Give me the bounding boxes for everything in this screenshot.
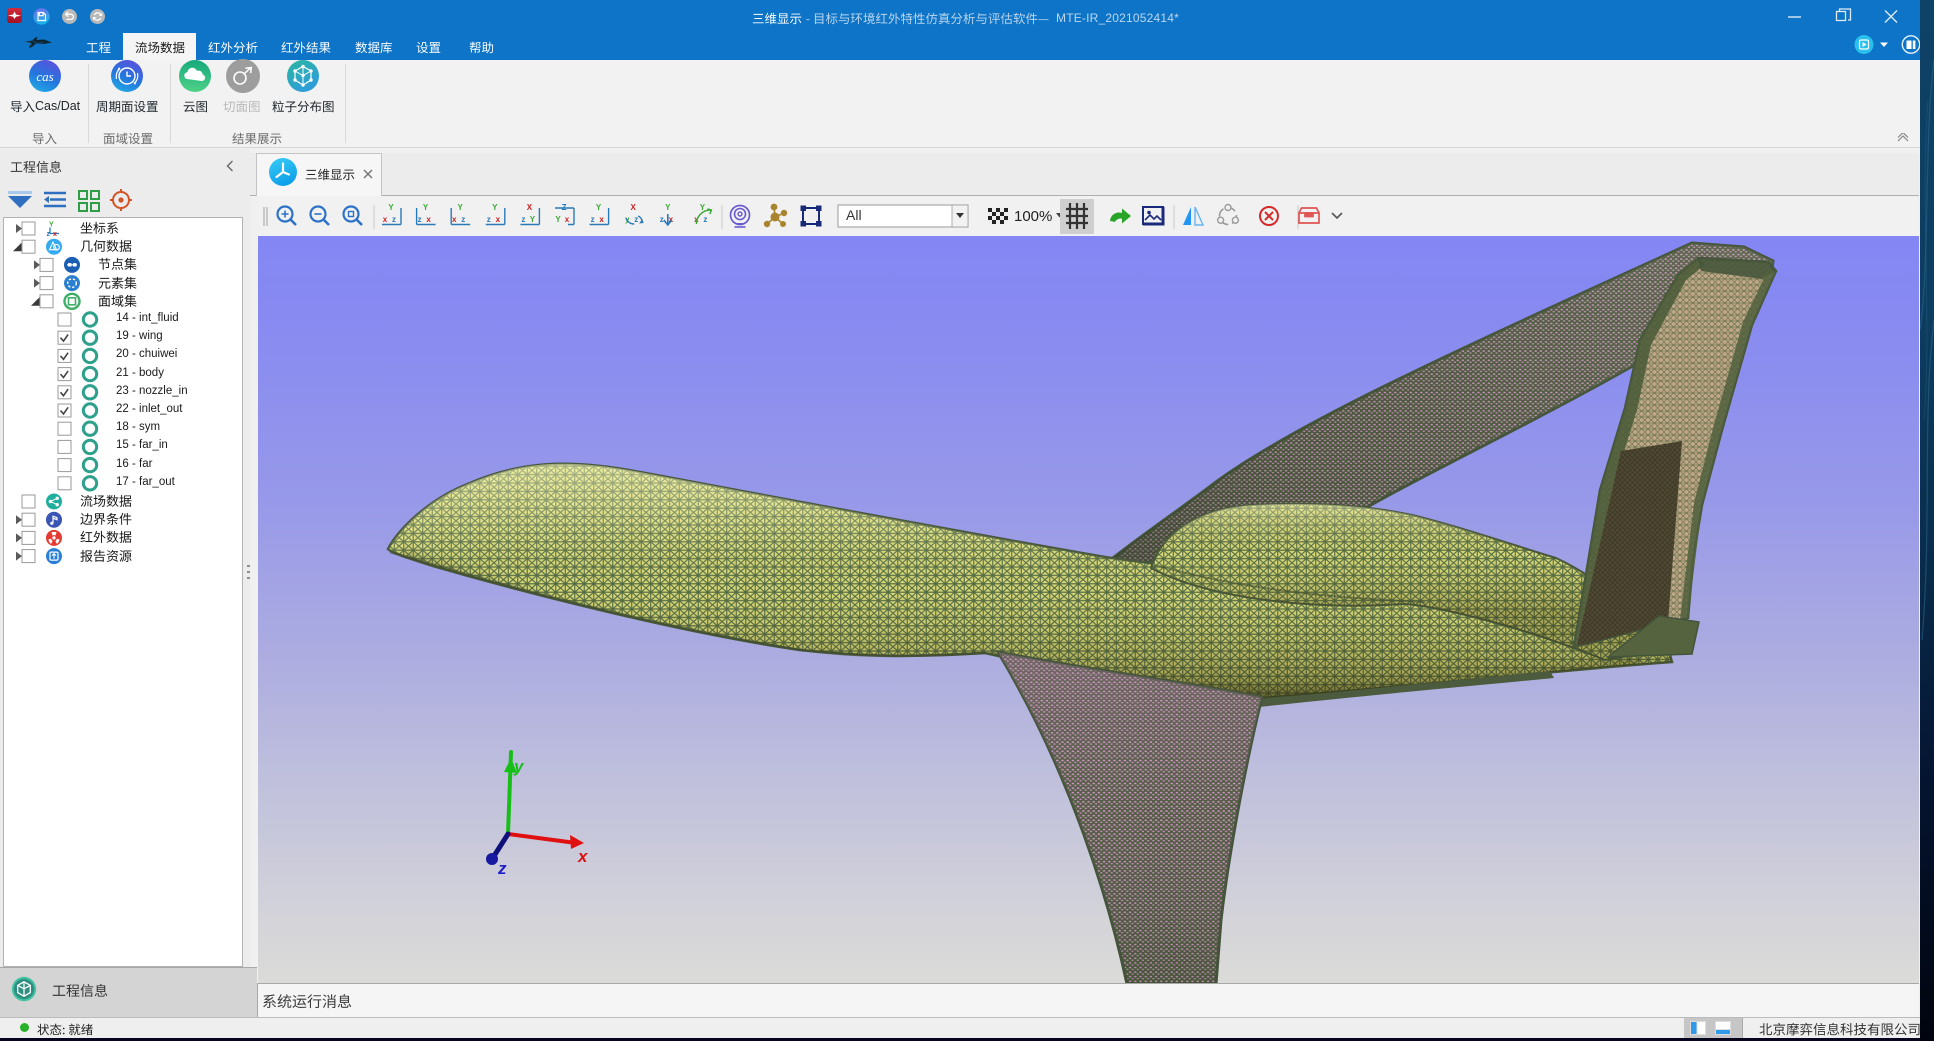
svg-text:z: z — [591, 215, 595, 224]
svg-text:x: x — [599, 215, 604, 224]
svg-text:z: z — [392, 215, 396, 224]
svg-text:z: z — [634, 215, 638, 224]
svg-text:Y: Y — [555, 215, 561, 224]
svg-text:X: X — [631, 203, 637, 212]
svg-text:x: x — [53, 231, 57, 238]
svg-text:x: x — [496, 215, 501, 224]
svg-text:X: X — [527, 203, 533, 212]
svg-text:Y: Y — [596, 203, 602, 212]
svg-text:x: x — [426, 215, 431, 224]
svg-text:Y: Y — [665, 203, 671, 212]
svg-text:x: x — [383, 215, 388, 224]
svg-text:z: z — [660, 215, 664, 224]
svg-text:z: z — [521, 215, 525, 224]
svg-text:z: z — [47, 231, 51, 238]
svg-text:Y: Y — [458, 203, 464, 212]
svg-text:z: z — [497, 859, 507, 878]
svg-text:z: z — [461, 215, 465, 224]
svg-text:z: z — [703, 215, 707, 224]
svg-text:Y: Y — [423, 203, 429, 212]
svg-text:Y: Y — [492, 203, 498, 212]
svg-text:x: x — [565, 215, 570, 224]
svg-text:x: x — [577, 847, 589, 866]
svg-text:y: y — [513, 757, 525, 776]
svg-text:cas: cas — [36, 69, 53, 84]
svg-text:z: z — [418, 215, 422, 224]
svg-text:z: z — [487, 215, 491, 224]
svg-text:All: All — [846, 207, 862, 223]
svg-text:Y: Y — [388, 203, 394, 212]
svg-text:x: x — [452, 215, 457, 224]
svg-text:Y: Y — [530, 215, 536, 224]
svg-text:100%: 100% — [1014, 208, 1052, 225]
svg-text:Y: Y — [49, 222, 54, 229]
